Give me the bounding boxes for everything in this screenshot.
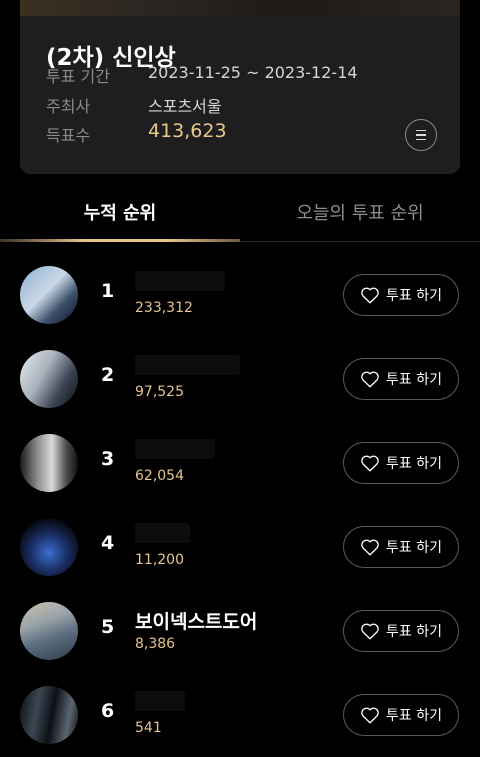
nominee-votes: 233,312	[135, 300, 193, 316]
vote-button-label: 투표 하기	[386, 708, 442, 724]
ranking-row: 3 62,054 투표 하기	[0, 421, 480, 505]
award-info-card: (2차) 신인상 투표 기간 2023-11-25 ~ 2023-12-14 주…	[20, 0, 460, 174]
nominee-votes: 541	[135, 720, 162, 736]
tab-cumulative-ranking[interactable]: 누적 순위	[0, 184, 240, 240]
host-label: 주최사	[46, 97, 91, 116]
vote-count-value: 413,623	[148, 120, 227, 142]
nominee-name	[135, 523, 190, 543]
vote-button[interactable]: 투표 하기	[343, 274, 459, 316]
nominee-name	[135, 439, 215, 459]
vote-button-label: 투표 하기	[386, 624, 442, 640]
nominee-name	[135, 691, 185, 711]
nominee-avatar	[20, 350, 78, 408]
vote-button[interactable]: 투표 하기	[343, 694, 459, 736]
ranking-tabs: 누적 순위 오늘의 투표 순위	[0, 184, 480, 242]
rank-number: 2	[101, 364, 115, 386]
period-value: 2023-11-25 ~ 2023-12-14	[148, 63, 358, 82]
nominee-name	[135, 355, 240, 375]
vote-button[interactable]: 투표 하기	[343, 610, 459, 652]
ranking-row: 6 541 투표 하기	[0, 673, 480, 757]
vote-button[interactable]: 투표 하기	[343, 526, 459, 568]
nominee-avatar	[20, 602, 78, 660]
nominee-votes: 11,200	[135, 552, 184, 568]
heart-icon	[361, 707, 379, 724]
heart-icon	[361, 623, 379, 640]
heart-icon	[361, 287, 379, 304]
list-icon	[416, 128, 426, 142]
heart-icon	[361, 539, 379, 556]
vote-count-label: 득표수	[46, 126, 91, 145]
rank-number: 5	[101, 616, 115, 638]
vote-button-label: 투표 하기	[386, 540, 442, 556]
nominee-avatar	[20, 266, 78, 324]
heart-icon	[361, 371, 379, 388]
nominee-votes: 8,386	[135, 636, 176, 652]
nominee-avatar	[20, 518, 78, 576]
host-value: 스포츠서울	[148, 97, 222, 116]
vote-button-label: 투표 하기	[386, 288, 442, 304]
nominee-avatar	[20, 686, 78, 744]
nominee-votes: 62,054	[135, 468, 184, 484]
nominee-name: 보이넥스트도어	[135, 611, 258, 633]
rank-number: 6	[101, 700, 115, 722]
ranking-row: 5 보이넥스트도어 8,386 투표 하기	[0, 589, 480, 673]
vote-button-label: 투표 하기	[386, 372, 442, 388]
tab-today-ranking[interactable]: 오늘의 투표 순위	[240, 184, 480, 240]
vote-button[interactable]: 투표 하기	[343, 358, 459, 400]
ranking-row: 4 11,200 투표 하기	[0, 505, 480, 589]
banner-image	[20, 0, 460, 16]
active-tab-indicator	[0, 239, 240, 242]
vote-button[interactable]: 투표 하기	[343, 442, 459, 484]
nominee-votes: 97,525	[135, 384, 184, 400]
ranking-row: 2 97,525 투표 하기	[0, 337, 480, 421]
rank-number: 1	[101, 280, 115, 302]
rank-number: 3	[101, 448, 115, 470]
nominee-name	[135, 271, 225, 291]
rank-number: 4	[101, 532, 115, 554]
list-menu-button[interactable]	[405, 119, 437, 151]
nominee-avatar	[20, 434, 78, 492]
heart-icon	[361, 455, 379, 472]
period-label: 투표 기간	[46, 67, 110, 86]
ranking-row: 1 233,312 투표 하기	[0, 253, 480, 337]
vote-button-label: 투표 하기	[386, 456, 442, 472]
